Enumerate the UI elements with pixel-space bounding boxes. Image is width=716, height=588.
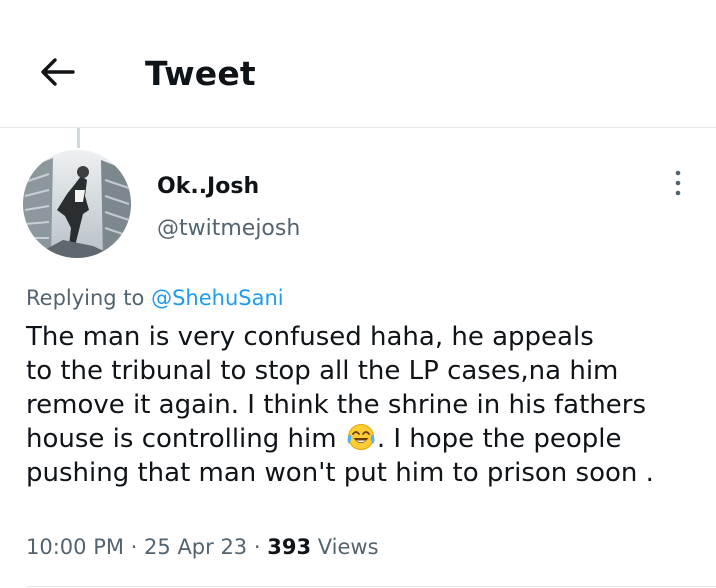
mention-link[interactable]: @ShehuSani (151, 286, 284, 310)
views-count: 393 (267, 535, 312, 559)
tweet-date[interactable]: 25 Apr 23 (144, 535, 247, 559)
tweet-line: house is controlling him . I hope the pe… (26, 422, 706, 456)
meta-separator: · (253, 535, 261, 559)
arrow-left-icon (37, 54, 77, 94)
tweet-text: The man is very confused haha, he appeal… (26, 320, 706, 490)
thread-connector-line (77, 128, 80, 148)
meta-separator: · (130, 535, 138, 559)
author-display-name[interactable]: Ok..Josh (157, 173, 259, 201)
avatar[interactable] (23, 150, 131, 258)
more-vertical-icon (674, 169, 682, 201)
back-button[interactable] (34, 54, 80, 94)
tweet-line: pushing that man won't put him to prison… (26, 458, 654, 488)
author-handle[interactable]: @twitmejosh (157, 215, 300, 243)
more-options-button[interactable] (665, 170, 691, 200)
tweet-line: The man is very confused haha, he appeal… (26, 322, 594, 352)
tweet-meta: 10:00 PM · 25 Apr 23 · 393 Views (26, 533, 379, 561)
views-label: Views (317, 535, 379, 559)
tweet-line-segment: . I hope the people (376, 424, 622, 454)
tweet-line-segment: house is controlling him (26, 424, 337, 454)
tweet-line: remove it again. I think the shrine in h… (26, 390, 646, 420)
tweet-line: to the tribunal to stop all the LP cases… (26, 356, 619, 386)
divider (26, 586, 716, 587)
tweet-time[interactable]: 10:00 PM (26, 535, 124, 559)
replying-to-label: Replying to (26, 286, 145, 310)
replying-to: Replying to @ShehuSani (26, 284, 284, 312)
face-with-tears-of-joy-icon (347, 423, 375, 451)
header-bar: Tweet (0, 0, 716, 128)
tweet-page: Tweet Ok..Josh @twitmejosh Replying to @… (0, 0, 716, 588)
page-title: Tweet (145, 54, 256, 93)
